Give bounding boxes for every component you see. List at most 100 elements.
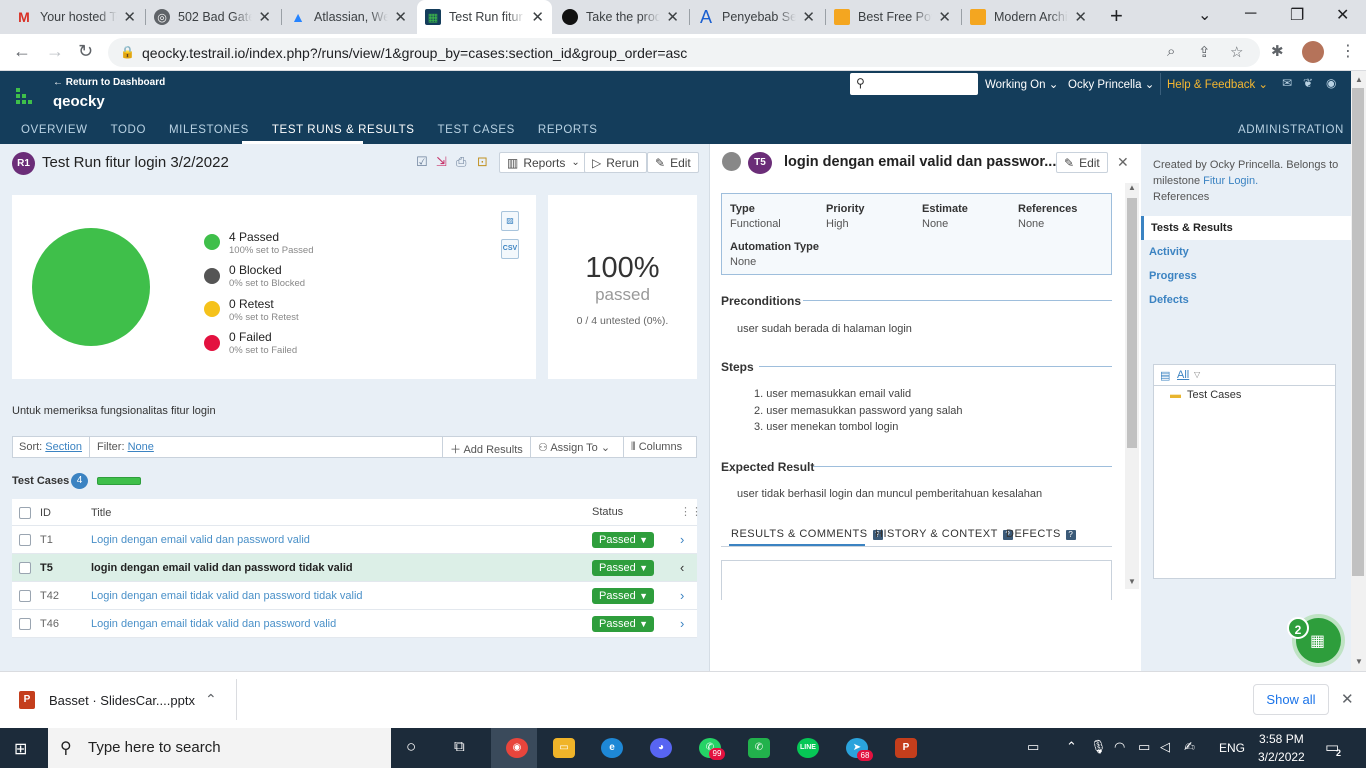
- download-csv-icon[interactable]: CSV: [501, 239, 519, 259]
- phone-icon[interactable]: ✆: [748, 738, 770, 758]
- tree-item-test-cases[interactable]: Test Cases: [1187, 389, 1241, 401]
- volume-icon[interactable]: ◁: [1160, 739, 1170, 755]
- browser-tab-architecture[interactable]: Modern Architecture ✕: [962, 0, 1095, 34]
- chevron-right-icon[interactable]: ›: [680, 616, 684, 631]
- column-options-icon[interactable]: ⋮⋮: [680, 505, 702, 518]
- tab-reports[interactable]: REPORTS: [538, 124, 598, 136]
- chrome-icon[interactable]: ◉: [506, 738, 528, 758]
- close-icon[interactable]: ✕: [531, 8, 544, 26]
- sidebar-item-progress[interactable]: Progress: [1149, 270, 1197, 282]
- milestone-link[interactable]: Fitur Login.: [1203, 175, 1258, 187]
- close-icon[interactable]: ✕: [258, 8, 271, 26]
- chevron-up-icon[interactable]: ⌃: [205, 691, 217, 708]
- discord-icon[interactable]: ◕: [650, 738, 672, 758]
- clock-date[interactable]: 3/2/2022: [1258, 750, 1305, 764]
- table-row[interactable]: T42 Login dengan email tidak valid dan p…: [12, 582, 697, 610]
- taskbar-search[interactable]: ⚲ Type here to search: [48, 728, 391, 768]
- user-menu[interactable]: Ocky Princella ⌄: [1068, 77, 1154, 91]
- table-row[interactable]: T46 Login dengan email tidak valid dan p…: [12, 610, 697, 638]
- testrail-logo-icon[interactable]: [16, 88, 34, 106]
- tab-history-context[interactable]: HISTORY & CONTEXT?: [875, 528, 1013, 540]
- search-input[interactable]: ⚲: [850, 73, 978, 95]
- back-button[interactable]: ←: [13, 41, 31, 62]
- rss-icon[interactable]: ◉: [1326, 76, 1336, 90]
- status-dropdown[interactable]: Passed ▼: [592, 532, 654, 548]
- browser-menu-icon[interactable]: ⋮: [1340, 41, 1356, 61]
- bookmark-star-icon[interactable]: ☆: [1230, 43, 1243, 61]
- browser-tab-502[interactable]: ◎ 502 Bad Gateway ✕: [146, 0, 279, 34]
- twitter-icon[interactable]: ❦: [1303, 76, 1313, 90]
- close-icon[interactable]: ✕: [123, 8, 136, 26]
- case-title-link[interactable]: Login dengan email tidak valid dan passw…: [91, 590, 363, 602]
- chevron-right-icon[interactable]: ‹: [680, 560, 684, 575]
- reload-button[interactable]: ↻: [78, 41, 93, 62]
- table-row[interactable]: T1 Login dengan email valid dan password…: [12, 526, 697, 554]
- add-results-button[interactable]: ＋ Add Results: [450, 441, 523, 457]
- tab-search-icon[interactable]: ⌄: [1198, 5, 1211, 25]
- row-checkbox[interactable]: [19, 562, 31, 574]
- browser-tab-atlassian[interactable]: ▲ Atlassian, Welcome ✕: [282, 0, 415, 34]
- header-status[interactable]: Status: [592, 506, 623, 518]
- pen-icon[interactable]: ✍: [1184, 739, 1195, 755]
- sort-control[interactable]: Sort: Section: [19, 441, 82, 453]
- close-icon[interactable]: ✕: [394, 8, 407, 26]
- address-bar[interactable]: 🔒 qeocky.testrail.io/index.php?/runs/vie…: [108, 38, 1260, 67]
- tab-overview[interactable]: OVERVIEW: [21, 124, 88, 136]
- row-checkbox[interactable]: [19, 590, 31, 602]
- battery-icon[interactable]: ▭: [1138, 739, 1150, 755]
- edit-run-button[interactable]: ✎ Edit: [647, 152, 699, 173]
- tab-test-runs[interactable]: TEST RUNS & RESULTS: [272, 124, 415, 136]
- tab-todo[interactable]: TODO: [111, 124, 146, 136]
- close-icon[interactable]: ✕: [938, 8, 951, 26]
- edit-case-button[interactable]: ✎ Edit: [1056, 152, 1108, 173]
- chevron-down-icon[interactable]: ▽: [1194, 370, 1200, 379]
- scrollbar-thumb[interactable]: [1127, 198, 1137, 448]
- extensions-icon[interactable]: ✱: [1271, 42, 1284, 60]
- line-icon[interactable]: LINE: [797, 738, 819, 758]
- header-title[interactable]: Title: [91, 507, 111, 519]
- restore-button[interactable]: ❐: [1290, 5, 1304, 25]
- assign-to-button[interactable]: ⚇ Assign To ⌄: [538, 441, 610, 454]
- sidebar-item-defects[interactable]: Defects: [1149, 294, 1189, 306]
- working-on-dropdown[interactable]: Working On ⌄: [985, 77, 1058, 91]
- tab-milestones[interactable]: MILESTONES: [169, 124, 249, 136]
- status-dropdown[interactable]: Passed ▼: [592, 560, 654, 576]
- powerpoint-icon[interactable]: P: [895, 738, 917, 758]
- status-dropdown[interactable]: Passed ▼: [592, 588, 654, 604]
- language-indicator[interactable]: ENG: [1219, 741, 1245, 755]
- browser-tab-powerpoint[interactable]: Best Free PowerPoint ✕: [826, 0, 959, 34]
- close-icon[interactable]: ✕: [1117, 154, 1129, 171]
- browser-tab-product[interactable]: Take the product ✕: [554, 0, 687, 34]
- file-explorer-icon[interactable]: ▭: [553, 738, 575, 758]
- select-all-checkbox[interactable]: [19, 507, 31, 519]
- checklist-icon[interactable]: ☑: [416, 154, 428, 170]
- chevron-right-icon[interactable]: ›: [680, 588, 684, 603]
- share-icon[interactable]: ⇪: [1198, 43, 1211, 61]
- chevron-right-icon[interactable]: ›: [680, 532, 684, 547]
- new-tab-button[interactable]: +: [1110, 3, 1123, 29]
- minimize-button[interactable]: ─: [1245, 5, 1256, 23]
- url-text[interactable]: qeocky.testrail.io/index.php?/runs/view/…: [142, 45, 687, 61]
- tree-all-link[interactable]: All: [1177, 369, 1189, 381]
- tab-results-comments[interactable]: RESULTS & COMMENTS?: [731, 528, 883, 540]
- edge-icon[interactable]: e: [601, 738, 623, 758]
- tab-defects[interactable]: DEFECTS?: [1006, 528, 1076, 540]
- export-icon[interactable]: ⇲: [436, 154, 447, 170]
- print-icon[interactable]: ⎙: [456, 154, 466, 170]
- download-chart-icon[interactable]: ▨: [501, 211, 519, 231]
- task-view-icon[interactable]: ⧉: [454, 738, 465, 755]
- forward-button[interactable]: →: [46, 41, 64, 62]
- show-all-downloads-button[interactable]: Show all: [1253, 684, 1329, 715]
- sidebar-item-activity[interactable]: Activity: [1149, 246, 1189, 258]
- row-checkbox[interactable]: [19, 534, 31, 546]
- close-download-bar-icon[interactable]: ✕: [1341, 690, 1354, 708]
- taskbar-keyboard-icon[interactable]: ▭: [1027, 739, 1039, 755]
- columns-button[interactable]: ⫴ Columns: [631, 441, 682, 454]
- window-close-button[interactable]: ✕: [1336, 5, 1349, 25]
- close-icon[interactable]: ✕: [1074, 8, 1087, 26]
- browser-tab-gmail[interactable]: M Your hosted TestRail ✕: [8, 0, 144, 34]
- tab-test-cases[interactable]: TEST CASES: [438, 124, 515, 136]
- row-checkbox[interactable]: [19, 618, 31, 630]
- download-filename[interactable]: Basset · SlidesCar....pptx: [49, 693, 195, 708]
- filter-control[interactable]: Filter: None: [97, 441, 154, 453]
